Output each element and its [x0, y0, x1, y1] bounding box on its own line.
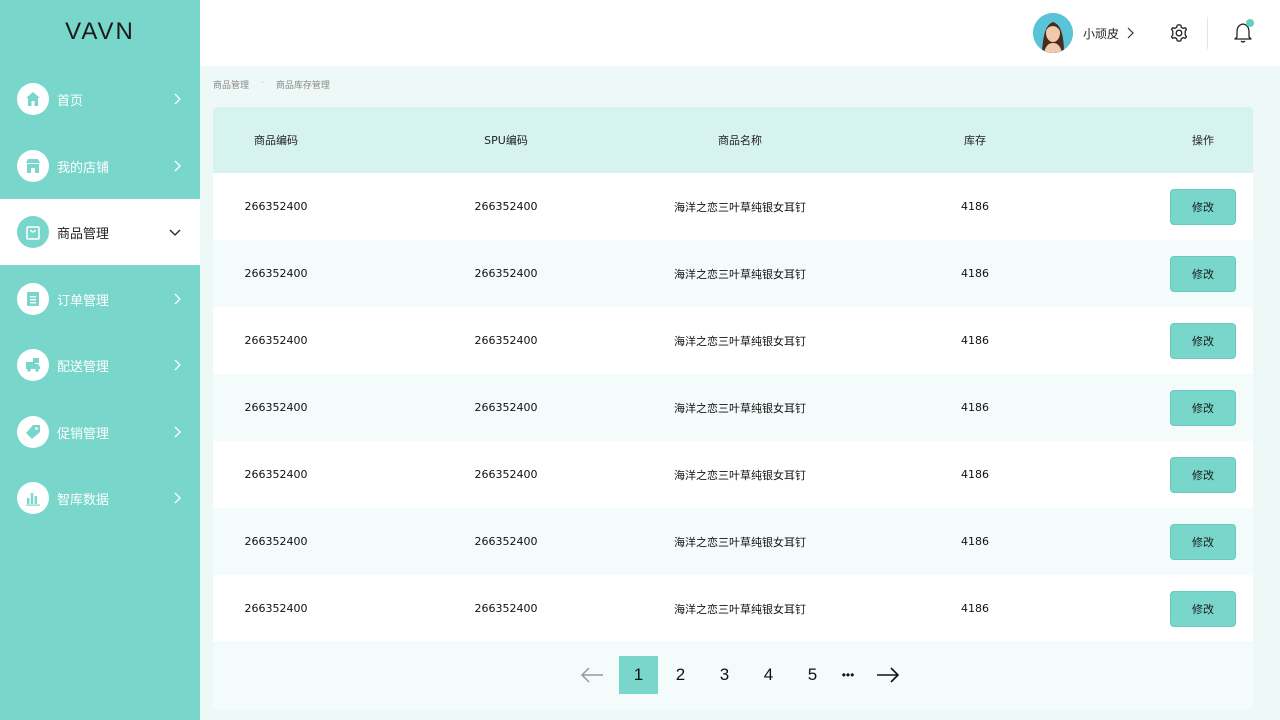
breadcrumb-separator: · — [261, 78, 264, 88]
sidebar-item-home[interactable]: 首页 — [0, 66, 200, 132]
breadcrumb-item[interactable]: 商品管理 — [213, 78, 249, 91]
cell-spu-code: 266352400 — [474, 535, 538, 548]
bag-icon — [17, 216, 49, 248]
chevron-right-icon — [174, 359, 181, 371]
page-button-5[interactable]: 5 — [797, 656, 828, 694]
sidebar-item-label: 首页 — [57, 93, 84, 109]
cell-stock: 4186 — [961, 602, 989, 615]
table-row: 266352400 266352400 海洋之恋三叶草纯银女耳钉 4186 修改 — [213, 173, 1253, 240]
sidebar-item-label: 配送管理 — [57, 359, 110, 375]
chevron-right-icon[interactable] — [1126, 26, 1134, 40]
sidebar: VAVN 首页 我的店铺 商品管理 订单管理 配送管理 促销管理 智库数据 — [0, 0, 200, 720]
cell-stock: 4186 — [961, 200, 989, 213]
arrow-left-icon[interactable] — [578, 656, 606, 694]
chevron-right-icon — [174, 160, 181, 172]
cell-product-name: 海洋之恋三叶草纯银女耳钉 — [674, 468, 806, 482]
sidebar-item-orders[interactable]: 订单管理 — [0, 266, 200, 332]
cell-product-code: 266352400 — [244, 602, 308, 615]
table-row: 266352400 266352400 海洋之恋三叶草纯银女耳钉 4186 修改 — [213, 508, 1253, 575]
column-header: SPU编码 — [484, 134, 528, 147]
page-button-1[interactable]: 1 — [619, 656, 658, 694]
cell-product-code: 266352400 — [244, 535, 308, 548]
chevron-right-icon — [174, 426, 181, 438]
chevron-down-icon — [169, 229, 181, 236]
order-list-icon — [17, 283, 49, 315]
sidebar-item-promotions[interactable]: 促销管理 — [0, 399, 200, 465]
table-row: 266352400 266352400 海洋之恋三叶草纯银女耳钉 4186 修改 — [213, 307, 1253, 374]
sidebar-item-data[interactable]: 智库数据 — [0, 465, 200, 531]
column-header: 操作 — [1192, 134, 1214, 147]
edit-button[interactable]: 修改 — [1170, 456, 1236, 493]
sidebar-item-delivery[interactable]: 配送管理 — [0, 332, 200, 398]
sidebar-item-label: 商品管理 — [57, 226, 110, 242]
column-header: 商品编码 — [254, 134, 298, 147]
avatar[interactable] — [1033, 13, 1073, 53]
cell-product-code: 266352400 — [244, 468, 308, 481]
sidebar-item-products[interactable]: 商品管理 — [0, 199, 200, 265]
page-ellipsis: ••• — [841, 668, 855, 682]
store-icon — [17, 150, 49, 182]
cell-product-code: 266352400 — [244, 334, 308, 347]
cell-spu-code: 266352400 — [474, 401, 538, 414]
cell-spu-code: 266352400 — [474, 267, 538, 280]
cell-product-name: 海洋之恋三叶草纯银女耳钉 — [674, 602, 806, 616]
cell-stock: 4186 — [961, 468, 989, 481]
notification-dot — [1246, 19, 1254, 27]
home-icon — [17, 83, 49, 115]
cell-stock: 4186 — [961, 401, 989, 414]
breadcrumb-item-current: 商品库存管理 — [275, 81, 330, 91]
cell-product-name: 海洋之恋三叶草纯银女耳钉 — [674, 200, 806, 214]
table-row: 266352400 266352400 海洋之恋三叶草纯银女耳钉 4186 修改 — [213, 575, 1253, 642]
divider — [1207, 17, 1208, 49]
cell-product-code: 266352400 — [244, 200, 308, 213]
cell-spu-code: 266352400 — [474, 602, 538, 615]
cell-product-name: 海洋之恋三叶草纯银女耳钉 — [674, 535, 806, 549]
gear-icon[interactable] — [1169, 23, 1189, 43]
cell-stock: 4186 — [961, 535, 989, 548]
chevron-right-icon — [174, 93, 181, 105]
cell-stock: 4186 — [961, 267, 989, 280]
username[interactable]: 小顽皮 — [1083, 25, 1119, 42]
sidebar-item-label: 订单管理 — [57, 293, 110, 309]
sidebar-item-label: 智库数据 — [57, 492, 110, 508]
chevron-right-icon — [174, 492, 181, 504]
edit-button[interactable]: 修改 — [1170, 523, 1236, 560]
breadcrumb: 商品管理 · 商品库存管理 — [213, 78, 330, 91]
app-logo: VAVN — [65, 18, 135, 45]
sidebar-item-store[interactable]: 我的店铺 — [0, 133, 200, 199]
table-row: 266352400 266352400 海洋之恋三叶草纯银女耳钉 4186 修改 — [213, 374, 1253, 441]
page-button-4[interactable]: 4 — [753, 656, 784, 694]
cell-spu-code: 266352400 — [474, 468, 538, 481]
cell-stock: 4186 — [961, 334, 989, 347]
cell-product-name: 海洋之恋三叶草纯银女耳钉 — [674, 334, 806, 348]
edit-button[interactable]: 修改 — [1170, 590, 1236, 627]
table-row: 266352400 266352400 海洋之恋三叶草纯银女耳钉 4186 修改 — [213, 240, 1253, 307]
table-header: 商品编码 SPU编码 商品名称 库存 操作 — [213, 107, 1253, 173]
cell-product-code: 266352400 — [244, 401, 308, 414]
page-button-2[interactable]: 2 — [665, 656, 696, 694]
edit-button[interactable]: 修改 — [1170, 255, 1236, 292]
page-button-3[interactable]: 3 — [709, 656, 740, 694]
sidebar-item-label: 我的店铺 — [57, 160, 110, 176]
cell-spu-code: 266352400 — [474, 334, 538, 347]
cell-product-name: 海洋之恋三叶草纯银女耳钉 — [674, 401, 806, 415]
edit-button[interactable]: 修改 — [1170, 322, 1236, 359]
edit-button[interactable]: 修改 — [1170, 389, 1236, 426]
inventory-table: 商品编码 SPU编码 商品名称 库存 操作 266352400 26635240… — [213, 107, 1253, 642]
cell-product-name: 海洋之恋三叶草纯银女耳钉 — [674, 267, 806, 281]
column-header: 库存 — [964, 134, 986, 147]
delivery-truck-icon — [17, 349, 49, 381]
sidebar-item-label: 促销管理 — [57, 426, 110, 442]
top-bar: 小顽皮 — [200, 0, 1280, 66]
cell-spu-code: 266352400 — [474, 200, 538, 213]
tag-icon — [17, 416, 49, 448]
table-row: 266352400 266352400 海洋之恋三叶草纯银女耳钉 4186 修改 — [213, 441, 1253, 508]
edit-button[interactable]: 修改 — [1170, 188, 1236, 225]
arrow-right-icon[interactable] — [874, 656, 902, 694]
bar-chart-icon — [17, 482, 49, 514]
column-header: 商品名称 — [718, 134, 762, 147]
cell-product-code: 266352400 — [244, 267, 308, 280]
chevron-right-icon — [174, 293, 181, 305]
